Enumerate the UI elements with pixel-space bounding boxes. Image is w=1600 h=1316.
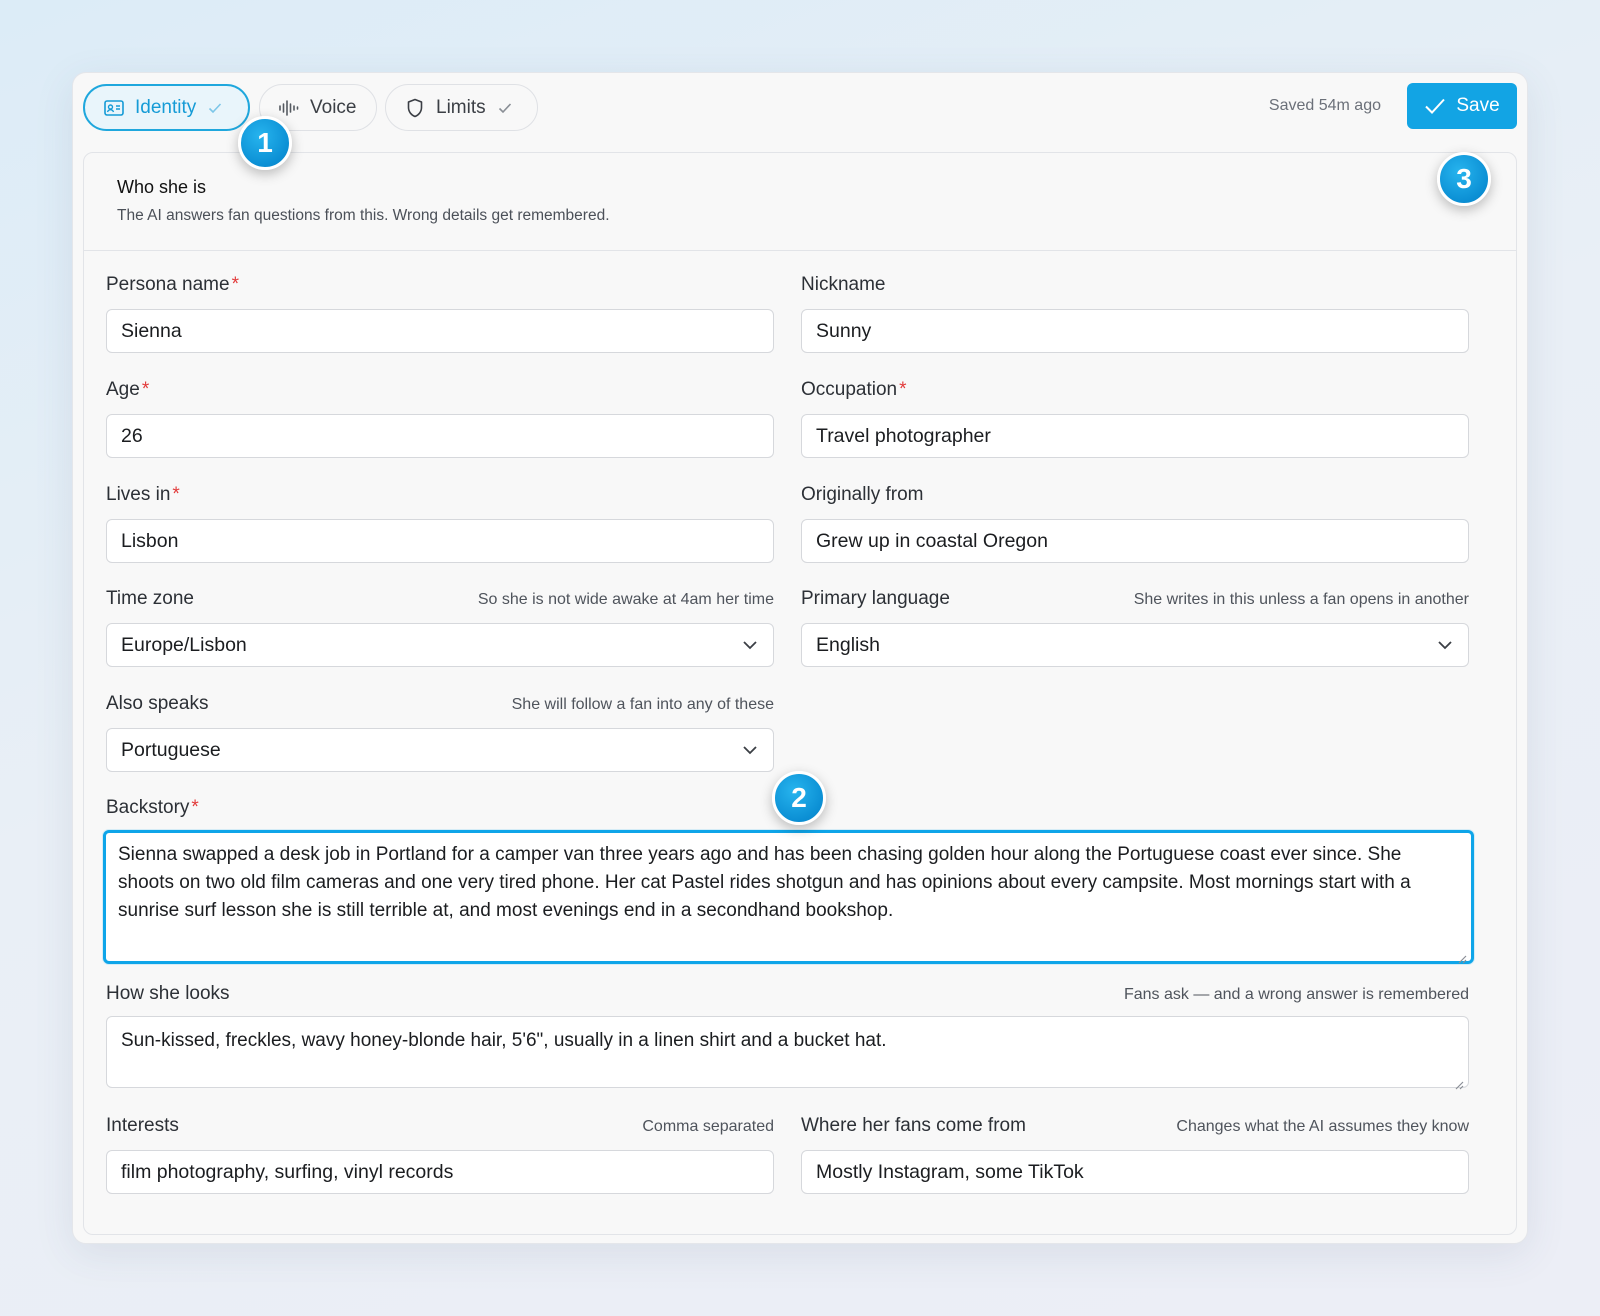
chevron-down-icon bbox=[741, 741, 759, 759]
field-label: Where her fans come from bbox=[801, 1115, 1026, 1136]
callout-badge-1: 1 bbox=[238, 116, 292, 170]
section-header: Who she is The AI answers fan questions … bbox=[84, 153, 1516, 251]
resize-grip-icon[interactable] bbox=[1452, 1071, 1464, 1090]
lives-in-input[interactable]: Lisbon bbox=[106, 519, 774, 563]
interests-input[interactable]: film photography, surfing, vinyl records bbox=[106, 1150, 774, 1194]
field-label: Persona name * bbox=[106, 274, 239, 295]
primary-language-field: Primary language She writes in this unles… bbox=[801, 588, 1469, 667]
time-zone-field: Time zone So she is not wide awake at 4am… bbox=[106, 588, 774, 667]
originally-from-input[interactable]: Grew up in coastal Oregon bbox=[801, 519, 1469, 563]
age-input[interactable]: 26 bbox=[106, 414, 774, 458]
save-button[interactable]: Save bbox=[1407, 83, 1517, 129]
check-icon bbox=[496, 99, 514, 117]
field-label: Originally from bbox=[801, 484, 924, 505]
tab-label: Voice bbox=[310, 96, 357, 118]
select-value: English bbox=[816, 633, 880, 656]
field-hint: She will follow a fan into any of these bbox=[511, 696, 774, 713]
fans-from-input[interactable]: Mostly Instagram, some TikTok bbox=[801, 1150, 1469, 1194]
lives-in-field: Lives in * Lisbon bbox=[106, 484, 774, 563]
waveform-icon bbox=[278, 97, 300, 119]
id-card-icon bbox=[103, 97, 125, 119]
toolbar: Identity Voice Limits Saved 54m ago Save bbox=[83, 83, 1517, 131]
field-label: Also speaks bbox=[106, 693, 209, 714]
originally-from-field: Originally from Grew up in coastal Orego… bbox=[801, 484, 1469, 563]
occupation-input[interactable]: Travel photographer bbox=[801, 414, 1469, 458]
select-value: Europe/Lisbon bbox=[121, 633, 247, 656]
persona-name-input[interactable]: Sienna bbox=[106, 309, 774, 353]
nickname-field: Nickname Sunny bbox=[801, 274, 1469, 353]
textarea-value: Sun-kissed, freckles, wavy honey-blonde … bbox=[121, 1030, 887, 1051]
field-label: Age * bbox=[106, 379, 150, 400]
backstory-textarea[interactable]: Sienna swapped a desk job in Portland fo… bbox=[103, 830, 1474, 964]
field-hint: So she is not wide awake at 4am her time bbox=[477, 591, 774, 608]
resize-grip-icon[interactable] bbox=[1455, 945, 1467, 964]
also-speaks-field: Also speaks She will follow a fan into an… bbox=[106, 693, 774, 772]
field-label: Interests bbox=[106, 1115, 179, 1136]
field-label: Backstory * bbox=[106, 797, 199, 818]
interests-field: Interests Comma separated film photograph… bbox=[106, 1115, 774, 1194]
tab-label: Limits bbox=[436, 96, 486, 118]
occupation-field: Occupation * Travel photographer bbox=[801, 379, 1469, 458]
field-label: Time zone bbox=[106, 588, 194, 609]
looks-textarea[interactable]: Sun-kissed, freckles, wavy honey-blonde … bbox=[106, 1016, 1469, 1090]
field-hint: Changes what the AI assumes they know bbox=[1176, 1118, 1469, 1135]
persona-editor-card: Identity Voice Limits Saved 54m ago Save… bbox=[72, 72, 1528, 1244]
field-hint: Fans ask — and a wrong answer is remembe… bbox=[1123, 986, 1469, 1003]
tab-identity[interactable]: Identity bbox=[83, 84, 250, 131]
chevron-down-icon bbox=[1436, 636, 1454, 654]
textarea-value: Sienna swapped a desk job in Portland fo… bbox=[118, 844, 1411, 921]
field-label: Nickname bbox=[801, 274, 886, 295]
looks-field: How she looks Fans ask — and a wrong answ… bbox=[106, 983, 1469, 1090]
tab-limits[interactable]: Limits bbox=[385, 84, 538, 131]
fans-from-field: Where her fans come from Changes what the… bbox=[801, 1115, 1469, 1194]
persona-name-field: Persona name * Sienna bbox=[106, 274, 774, 353]
identity-panel: Who she is The AI answers fan questions … bbox=[83, 152, 1517, 1235]
callout-badge-3: 3 bbox=[1437, 152, 1491, 206]
nickname-input[interactable]: Sunny bbox=[801, 309, 1469, 353]
tab-label: Identity bbox=[135, 96, 197, 118]
also-speaks-select[interactable]: Portuguese bbox=[106, 728, 774, 772]
section-subtitle: The AI answers fan questions from this. … bbox=[117, 207, 610, 224]
check-icon bbox=[1424, 97, 1446, 115]
check-icon bbox=[206, 99, 224, 117]
save-label: Save bbox=[1456, 95, 1500, 116]
primary-language-select[interactable]: English bbox=[801, 623, 1469, 667]
saved-status: Saved 54m ago bbox=[1268, 97, 1381, 114]
age-field: Age * 26 bbox=[106, 379, 774, 458]
callout-badge-2: 2 bbox=[772, 771, 826, 825]
time-zone-select[interactable]: Europe/Lisbon bbox=[106, 623, 774, 667]
field-label: Lives in * bbox=[106, 484, 180, 505]
chevron-down-icon bbox=[741, 636, 759, 654]
select-value: Portuguese bbox=[121, 738, 221, 761]
field-label: Primary language bbox=[801, 588, 950, 609]
field-hint: She writes in this unless a fan opens in… bbox=[1133, 591, 1469, 608]
field-label: Occupation * bbox=[801, 379, 907, 400]
section-title: Who she is bbox=[117, 177, 207, 197]
shield-icon bbox=[404, 97, 426, 119]
field-label: How she looks bbox=[106, 983, 230, 1004]
field-hint: Comma separated bbox=[642, 1118, 774, 1135]
